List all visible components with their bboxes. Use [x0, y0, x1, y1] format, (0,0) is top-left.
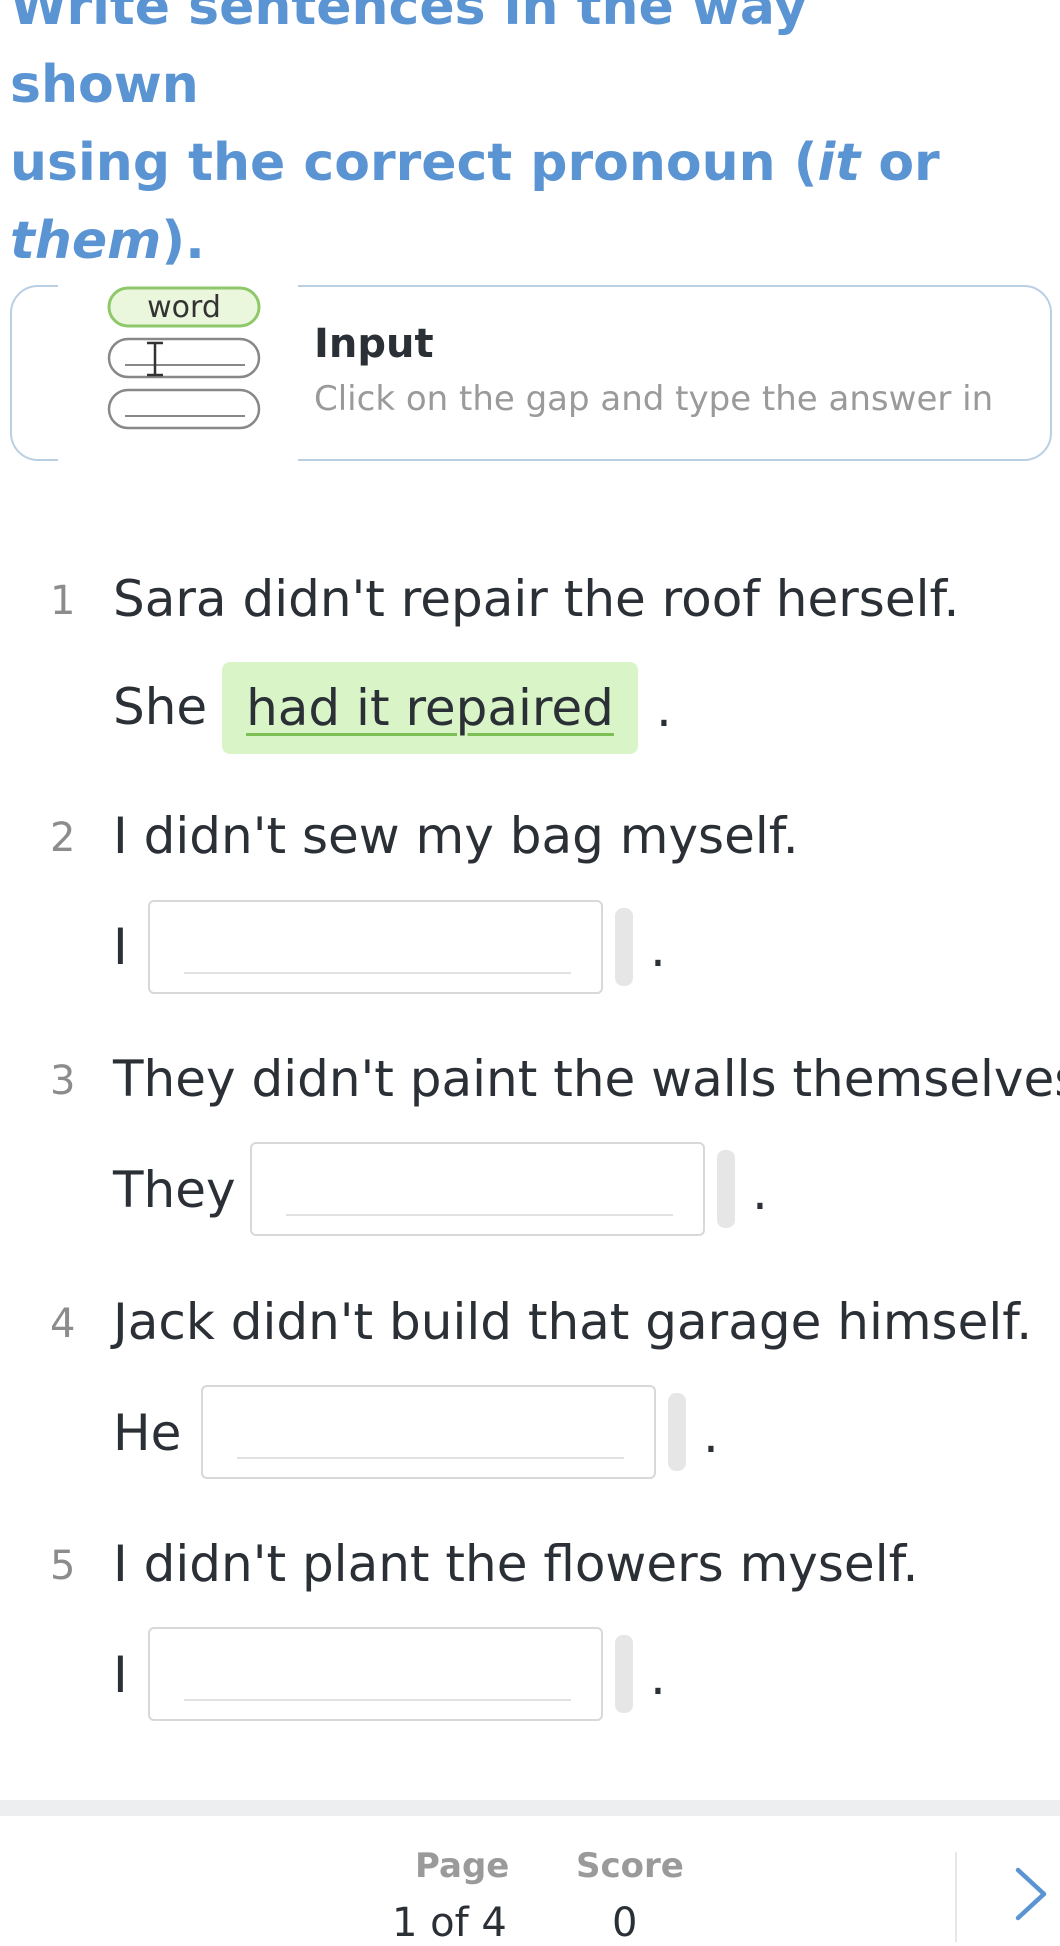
- item-subject: He: [113, 1404, 182, 1462]
- score-label: Score: [576, 1846, 684, 1886]
- answer-gap-filled[interactable]: had it repaired: [222, 662, 638, 754]
- gap-resize-handle[interactable]: [668, 1393, 686, 1471]
- input-gap-illustration-icon: word: [107, 286, 261, 430]
- answer-gap-input[interactable]: [250, 1142, 705, 1236]
- gap-resize-handle[interactable]: [717, 1150, 735, 1228]
- item-number: 2: [50, 815, 76, 861]
- item-subject: I: [113, 1646, 128, 1704]
- item-sentence: Jack didn't build that garage himself.: [113, 1293, 1033, 1351]
- illustration-word: word: [147, 290, 221, 325]
- sentence-period: .: [752, 1163, 768, 1221]
- item-number: 3: [50, 1058, 76, 1104]
- answer-gap-input[interactable]: [148, 900, 603, 994]
- item-number: 5: [50, 1543, 76, 1589]
- hint-description: Click on the gap and type the answer in: [314, 379, 994, 419]
- sentence-period: .: [703, 1406, 719, 1464]
- gap-resize-handle[interactable]: [615, 1635, 633, 1713]
- instruction-it: it: [817, 133, 861, 193]
- instruction-them: them: [10, 211, 162, 271]
- answer-text: had it repaired: [246, 679, 614, 737]
- instruction-heading: Write sentences in the way shown using t…: [10, 0, 1010, 280]
- instruction-line1: Write sentences in the way shown: [10, 0, 808, 115]
- pagination-footer: Page 1 of 4 Score 0: [0, 1800, 1060, 1946]
- item-subject: They: [113, 1161, 236, 1219]
- instruction-or: or: [860, 133, 940, 193]
- hint-title: Input: [314, 321, 434, 367]
- answer-gap-input[interactable]: [148, 1627, 603, 1721]
- sentence-period: .: [650, 1648, 666, 1706]
- answer-gap-input[interactable]: [201, 1385, 656, 1479]
- item-subject: She: [113, 678, 208, 736]
- page-value: 1 of 4: [392, 1900, 507, 1946]
- score-value: 0: [612, 1900, 638, 1946]
- gap-resize-handle[interactable]: [615, 908, 633, 986]
- item-number: 4: [50, 1301, 76, 1347]
- item-sentence: They didn't paint the walls themselves.: [113, 1050, 1060, 1108]
- sentence-period: .: [656, 680, 672, 738]
- item-sentence: Sara didn't repair the roof herself.: [113, 570, 960, 628]
- footer-divider: [955, 1852, 957, 1942]
- input-hint-box: word Input Click on the gap and type the…: [10, 281, 1052, 471]
- item-sentence: I didn't sew my bag myself.: [113, 807, 799, 865]
- item-subject: I: [113, 918, 128, 976]
- page-label: Page: [415, 1846, 510, 1886]
- instruction-suffix: ).: [161, 211, 205, 271]
- chevron-right-icon[interactable]: [1006, 1864, 1056, 1924]
- item-sentence: I didn't plant the flowers myself.: [113, 1535, 919, 1593]
- sentence-period: .: [650, 920, 666, 978]
- item-number: 1: [50, 578, 76, 624]
- instruction-line2-prefix: using the correct pronoun (: [10, 133, 818, 193]
